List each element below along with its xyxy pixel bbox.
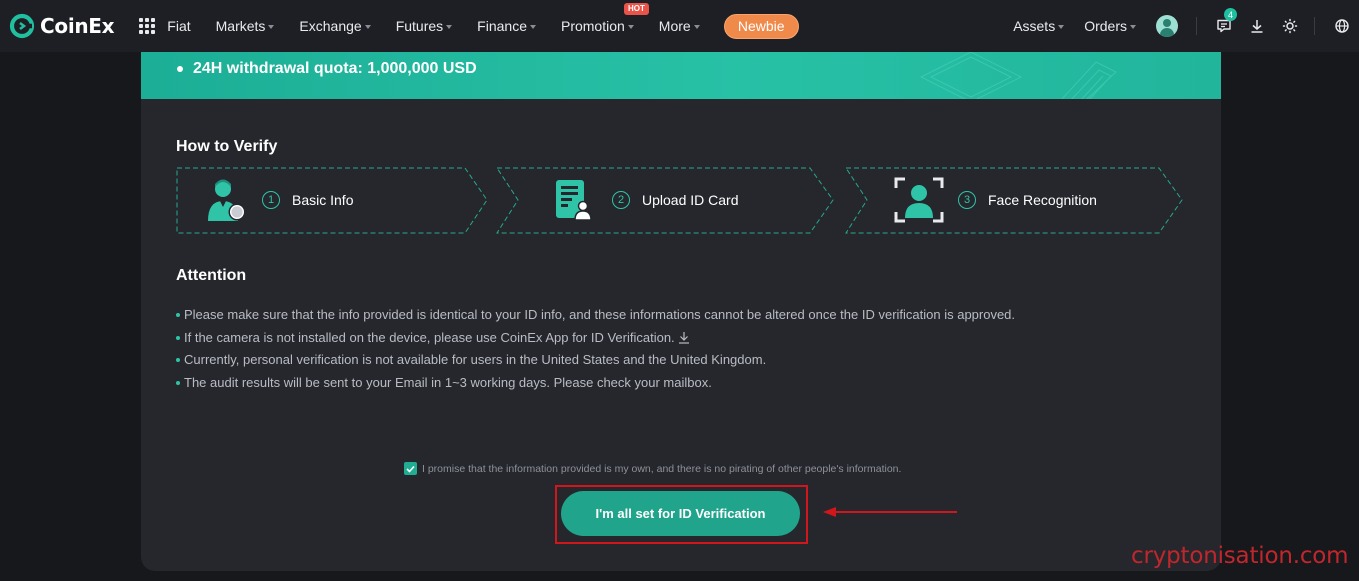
brand-name: CoinEx xyxy=(40,14,115,38)
nav-label: Markets xyxy=(215,18,266,34)
attention-list: Please make sure that the info provided … xyxy=(176,304,1176,394)
attention-title: Attention xyxy=(176,267,247,284)
list-item: If the camera is not installed on the de… xyxy=(176,327,1176,350)
how-to-verify-title: How to Verify xyxy=(176,138,278,155)
divider xyxy=(1314,17,1315,35)
attention-text: Please make sure that the info provided … xyxy=(184,307,1016,322)
top-navbar: CoinEx Fiat Markets Exchange Futures Fin… xyxy=(0,0,1359,52)
watermark: cryptonisation.com xyxy=(1131,543,1349,569)
attention-text: If the camera is not installed on the de… xyxy=(184,329,675,345)
avatar[interactable] xyxy=(1156,15,1178,37)
chevron-down-icon xyxy=(268,25,275,29)
brand-logo[interactable]: CoinEx xyxy=(9,13,115,39)
nav-label: Finance xyxy=(477,18,527,34)
promise-checkbox[interactable] xyxy=(404,462,417,475)
coinex-logo-icon xyxy=(9,13,35,39)
quota-text: 24H withdrawal quota: 1,000,000 USD xyxy=(193,60,477,77)
verification-card: 24H withdrawal quota: 1,000,000 USD How … xyxy=(141,52,1221,571)
checkmark-icon xyxy=(406,465,415,473)
step-label: Upload ID Card xyxy=(642,192,739,208)
withdrawal-quota: 24H withdrawal quota: 1,000,000 USD xyxy=(177,60,477,78)
nav-item-exchange[interactable]: Exchange xyxy=(299,18,371,34)
list-item: Please make sure that the info provided … xyxy=(176,304,1176,327)
download-icon[interactable] xyxy=(678,331,690,344)
nav-item-finance[interactable]: Finance xyxy=(477,18,536,34)
download-icon xyxy=(1251,20,1263,33)
face-scan-icon xyxy=(894,177,944,223)
chevron-down-icon xyxy=(364,25,371,29)
promise-agreement: I promise that the information provided … xyxy=(404,462,901,475)
nav-label: Promotion xyxy=(560,18,625,34)
chevron-down-icon xyxy=(529,25,536,29)
chevron-down-icon xyxy=(1058,25,1065,29)
step-basic-info: 1 Basic Info xyxy=(206,167,353,233)
verify-steps: 1 Basic Info 2 Upload ID Card 3 Face Rec… xyxy=(176,167,1186,235)
chevron-down-icon xyxy=(693,25,700,29)
step-number: 2 xyxy=(612,191,630,209)
promise-text: I promise that the information provided … xyxy=(422,462,902,475)
bullet-icon xyxy=(177,66,183,72)
banner-decoration xyxy=(919,52,1117,99)
nav-label: Orders xyxy=(1084,18,1127,34)
download-button[interactable] xyxy=(1248,17,1266,35)
nav-label: Exchange xyxy=(299,18,362,34)
nav-label: Assets xyxy=(1013,18,1056,34)
annotation-arrow-icon xyxy=(823,507,957,517)
nav-label: More xyxy=(658,18,691,34)
theme-toggle-button[interactable] xyxy=(1281,17,1299,35)
step-number: 3 xyxy=(958,191,976,209)
chevron-down-icon xyxy=(627,25,634,29)
nav-item-assets[interactable]: Assets xyxy=(1013,18,1065,34)
list-item: Currently, personal verification is not … xyxy=(176,349,1176,372)
nav-item-fiat[interactable]: Fiat xyxy=(167,18,190,34)
messages-button[interactable]: 4 xyxy=(1215,8,1237,35)
globe-icon xyxy=(1335,19,1349,33)
nav-item-markets[interactable]: Markets xyxy=(216,18,275,34)
start-verification-button[interactable]: I'm all set for ID Verification xyxy=(561,491,800,536)
attention-text: Currently, personal verification is not … xyxy=(184,352,767,367)
language-button[interactable] xyxy=(1333,17,1351,35)
divider xyxy=(1196,17,1197,35)
chevron-down-icon xyxy=(446,25,453,29)
step-label: Face Recognition xyxy=(988,192,1097,208)
id-card-icon xyxy=(556,180,592,221)
quota-banner: 24H withdrawal quota: 1,000,000 USD xyxy=(141,52,1221,99)
nav-label: Fiat xyxy=(167,18,191,34)
user-info-icon xyxy=(208,179,246,221)
step-label: Basic Info xyxy=(292,192,354,208)
nav-item-futures[interactable]: Futures xyxy=(395,18,453,34)
step-number: 1 xyxy=(262,191,280,209)
chevron-down-icon xyxy=(1130,25,1136,29)
hot-badge: HOT xyxy=(623,3,649,15)
nav-item-promotion[interactable]: Promotion HOT xyxy=(560,3,649,34)
step-face-recognition: 3 Face Recognition xyxy=(894,167,1097,233)
list-item: The audit results will be sent to your E… xyxy=(176,372,1176,395)
nav-item-more[interactable]: More xyxy=(659,18,700,34)
nav-right: Assets Orders 4 xyxy=(1013,0,1359,52)
apps-grid-icon[interactable] xyxy=(139,18,156,34)
sun-icon xyxy=(1282,18,1298,34)
main-nav: Fiat Markets Exchange Futures Finance Pr… xyxy=(167,0,799,52)
nav-item-orders[interactable]: Orders xyxy=(1084,18,1136,34)
newbie-button[interactable]: Newbie xyxy=(723,13,799,39)
notification-count-badge: 4 xyxy=(1224,8,1237,21)
nav-label: Futures xyxy=(395,18,444,34)
attention-text: The audit results will be sent to your E… xyxy=(184,374,712,390)
step-upload-id-card: 2 Upload ID Card xyxy=(554,167,739,233)
